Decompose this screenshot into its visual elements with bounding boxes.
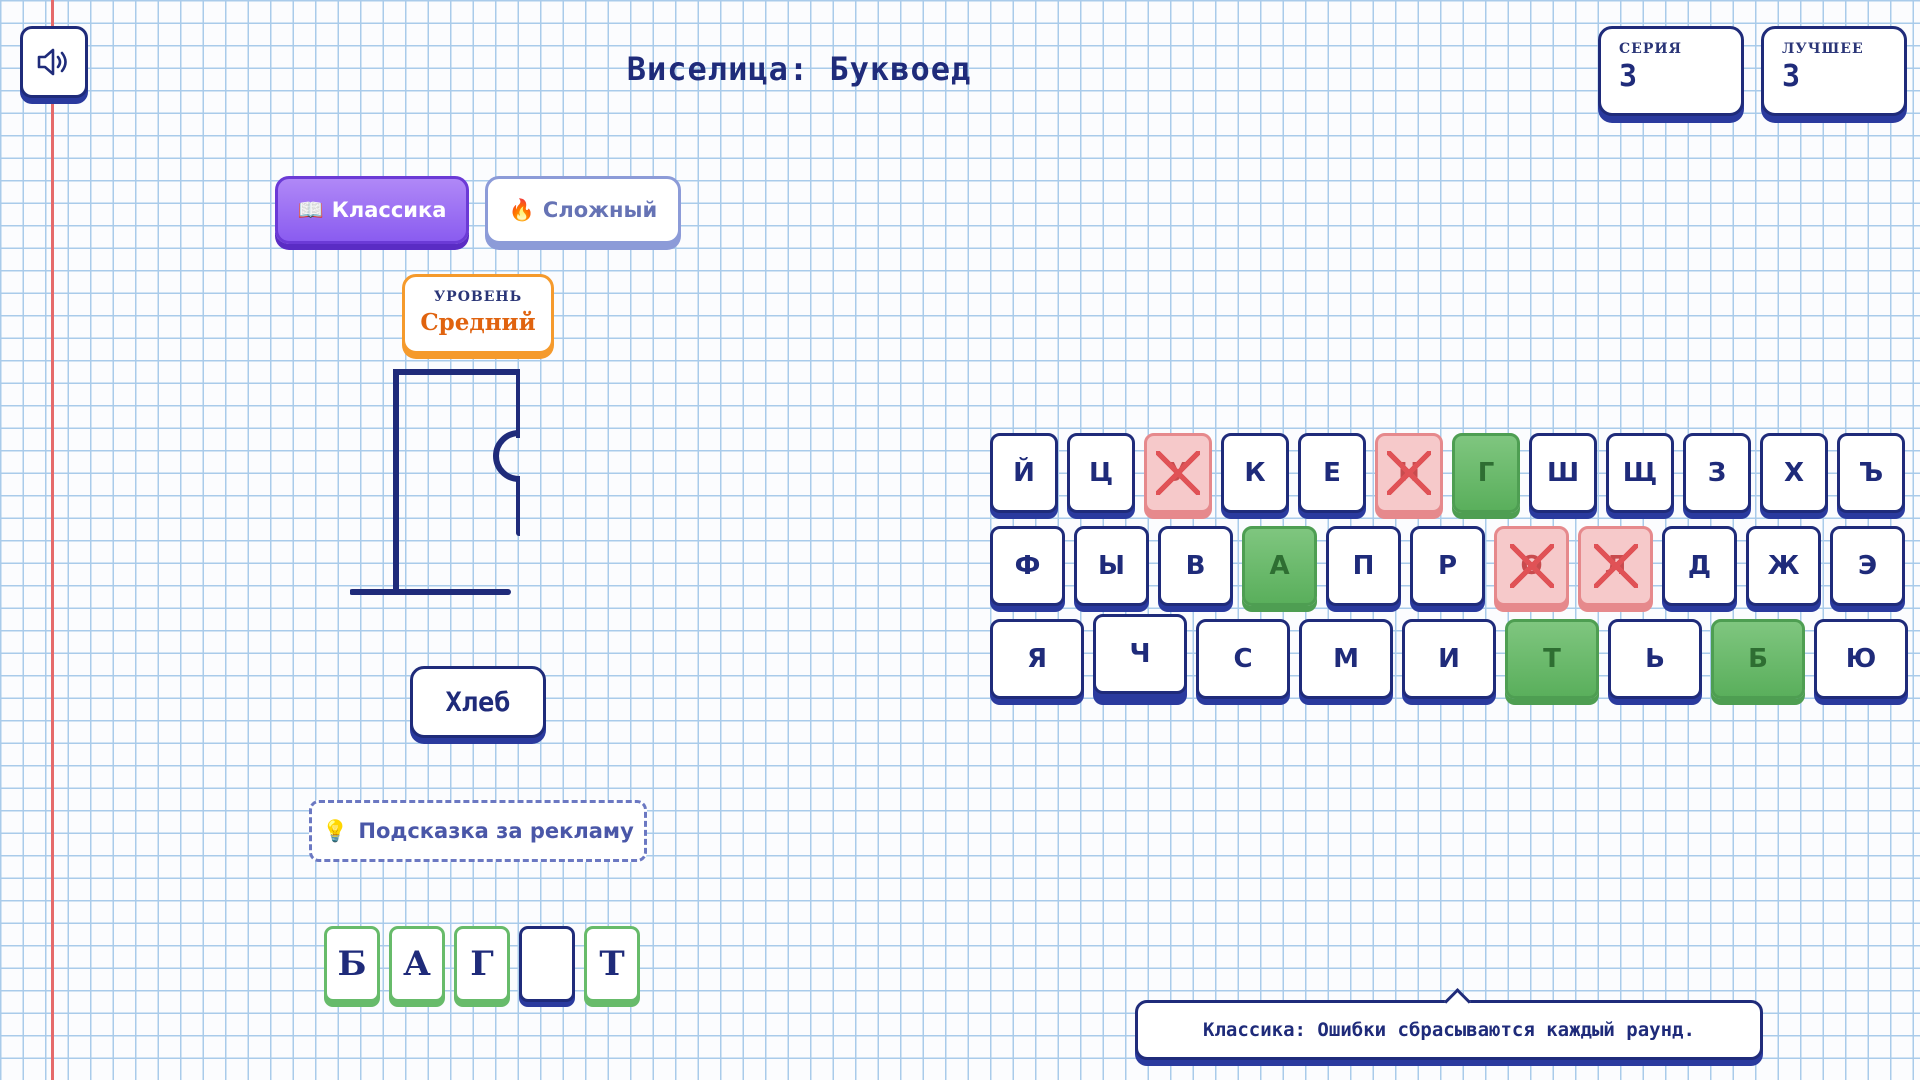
lightbulb-icon: 💡: [322, 818, 349, 843]
word-slot-empty: [519, 926, 575, 1002]
series-stat: СЕРИЯ 3: [1598, 26, 1744, 116]
key-Б[interactable]: Б: [1711, 619, 1805, 699]
key-И[interactable]: И: [1402, 619, 1496, 699]
hangman-drawing: [350, 369, 520, 595]
key-Ц[interactable]: Ц: [1067, 433, 1135, 513]
fire-icon: 🔥: [508, 197, 535, 222]
key-Х[interactable]: Х: [1760, 433, 1828, 513]
ad-hint-label: Подсказка за рекламу: [358, 819, 634, 843]
word-slot-letter: А: [389, 926, 445, 1002]
key-Я[interactable]: Я: [990, 619, 1084, 699]
game-title: Виселица: Буквоед: [626, 50, 972, 88]
key-З[interactable]: З: [1683, 433, 1751, 513]
best-value: 3: [1782, 59, 1801, 94]
mode-hard-label: Сложный: [542, 198, 658, 222]
key-К[interactable]: К: [1221, 433, 1289, 513]
key-Г[interactable]: Г: [1452, 433, 1520, 513]
key-Р[interactable]: Р: [1410, 526, 1485, 606]
key-Ф[interactable]: Ф: [990, 526, 1065, 606]
key-Ж[interactable]: Ж: [1746, 526, 1821, 606]
key-Ч[interactable]: Ч: [1093, 614, 1187, 694]
key-Д[interactable]: Д: [1662, 526, 1737, 606]
word-slot-letter: Б: [324, 926, 380, 1002]
series-label: СЕРИЯ: [1619, 41, 1682, 57]
key-Т[interactable]: Т: [1505, 619, 1599, 699]
key-П[interactable]: П: [1326, 526, 1401, 606]
key-В[interactable]: В: [1158, 526, 1233, 606]
mode-classic-label: Классика: [331, 198, 447, 222]
key-Ш[interactable]: Ш: [1529, 433, 1597, 513]
keyboard-row: ЙЦУКЕНГШЩЗХЪ: [990, 433, 1908, 513]
hangman-head: [493, 430, 520, 482]
key-Й[interactable]: Й: [990, 433, 1058, 513]
mode-hard-button[interactable]: 🔥 Сложный: [485, 176, 681, 244]
key-С[interactable]: С: [1196, 619, 1290, 699]
letter-keyboard: ЙЦУКЕНГШЩЗХЪФЫВАПРОЛДЖЭЯЧСМИТЬБЮ: [990, 433, 1908, 712]
key-Щ[interactable]: Щ: [1606, 433, 1674, 513]
notebook-margin-line: [51, 0, 54, 1080]
category-hint: Хлеб: [410, 666, 546, 738]
key-Э[interactable]: Э: [1830, 526, 1905, 606]
book-icon: 📖: [297, 197, 324, 222]
key-Ь[interactable]: Ь: [1608, 619, 1702, 699]
word-slot-letter: Т: [584, 926, 640, 1002]
key-Е[interactable]: Е: [1298, 433, 1366, 513]
key-Л[interactable]: Л: [1578, 526, 1653, 606]
key-О[interactable]: О: [1494, 526, 1569, 606]
level-label: УРОВЕНЬ: [433, 289, 523, 305]
key-М[interactable]: М: [1299, 619, 1393, 699]
best-stat: ЛУЧШЕЕ 3: [1761, 26, 1907, 116]
key-Н[interactable]: Н: [1375, 433, 1443, 513]
word-slots: БАГТ: [324, 926, 640, 1002]
key-Ю[interactable]: Ю: [1814, 619, 1908, 699]
mode-classic-button[interactable]: 📖 Классика: [275, 176, 469, 244]
word-slot-letter: Г: [454, 926, 510, 1002]
key-У[interactable]: У: [1144, 433, 1212, 513]
level-value: Средний: [420, 309, 536, 336]
keyboard-row: ЯЧСМИТЬБЮ: [990, 614, 1908, 699]
ad-hint-button[interactable]: 💡 Подсказка за рекламу: [309, 800, 647, 862]
key-Ы[interactable]: Ы: [1074, 526, 1149, 606]
level-badge[interactable]: УРОВЕНЬ Средний: [402, 274, 554, 354]
best-label: ЛУЧШЕЕ: [1782, 41, 1864, 57]
mode-tooltip: Классика: Ошибки сбрасываются каждый рау…: [1135, 1000, 1763, 1060]
series-value: 3: [1619, 59, 1638, 94]
keyboard-row: ФЫВАПРОЛДЖЭ: [990, 526, 1908, 606]
key-Ъ[interactable]: Ъ: [1837, 433, 1905, 513]
key-А[interactable]: А: [1242, 526, 1317, 606]
